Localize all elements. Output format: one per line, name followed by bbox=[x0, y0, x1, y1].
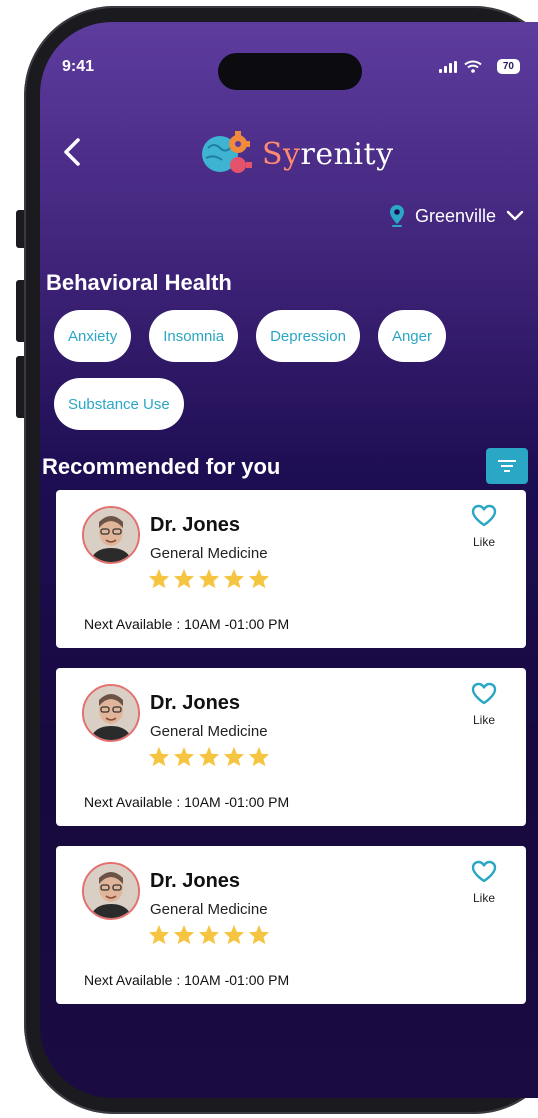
star-icon bbox=[198, 746, 220, 767]
like-label: Like bbox=[472, 535, 495, 549]
doctor-avatar bbox=[82, 506, 140, 564]
app-screen: 9:41 70 Syrenity Greenville Behavioral H… bbox=[40, 22, 538, 1098]
star-icon bbox=[173, 568, 195, 589]
doctor-card[interactable]: Dr. Jones General Medicine Next Availabl… bbox=[56, 668, 526, 826]
star-icon bbox=[223, 568, 245, 589]
like-button[interactable]: Like bbox=[466, 682, 502, 727]
star-icon bbox=[248, 568, 270, 589]
category-chips: Anxiety Insomnia Depression Anger Substa… bbox=[54, 310, 524, 430]
like-label: Like bbox=[472, 713, 495, 727]
heart-icon bbox=[471, 504, 497, 527]
app-logo: Syrenity bbox=[200, 128, 394, 180]
star-icon bbox=[248, 746, 270, 767]
phone-side-button bbox=[16, 356, 24, 418]
doctor-name: Dr. Jones bbox=[150, 514, 241, 536]
status-icons bbox=[439, 60, 482, 73]
star-icon bbox=[148, 746, 170, 767]
doctor-specialty: General Medicine bbox=[150, 901, 268, 918]
star-icon bbox=[148, 924, 170, 945]
like-button[interactable]: Like bbox=[466, 860, 502, 905]
star-icon bbox=[173, 924, 195, 945]
status-time: 9:41 bbox=[62, 58, 95, 75]
doctor-card[interactable]: Dr. Jones General Medicine Next Availabl… bbox=[56, 490, 526, 648]
star-icon bbox=[223, 746, 245, 767]
star-icon bbox=[173, 746, 195, 767]
battery-icon: 70 bbox=[496, 59, 520, 74]
star-icon bbox=[148, 568, 170, 589]
behavioral-health-title: Behavioral Health bbox=[46, 270, 232, 295]
heart-icon bbox=[471, 860, 497, 883]
star-icon bbox=[248, 924, 270, 945]
like-button[interactable]: Like bbox=[466, 504, 502, 549]
location-city: Greenville bbox=[414, 205, 496, 226]
like-label: Like bbox=[472, 891, 495, 905]
wifi-icon bbox=[464, 60, 482, 73]
doctor-card[interactable]: Dr. Jones General Medicine Next Availabl… bbox=[56, 846, 526, 1004]
doctor-name: Dr. Jones bbox=[150, 692, 241, 714]
star-rating bbox=[148, 746, 270, 767]
signal-icon bbox=[439, 60, 457, 73]
star-icon bbox=[198, 568, 220, 589]
phone-side-button bbox=[16, 280, 24, 342]
star-icon bbox=[198, 924, 220, 945]
dynamic-island bbox=[218, 53, 362, 90]
app-name: Syrenity bbox=[262, 136, 394, 172]
chip-anger[interactable]: Anger bbox=[377, 310, 446, 362]
recommended-title: Recommended for you bbox=[42, 454, 281, 479]
chevron-down-icon bbox=[506, 210, 524, 221]
doctor-specialty: General Medicine bbox=[150, 545, 268, 562]
next-available: Next Available : 10AM -01:00 PM bbox=[84, 972, 290, 988]
doctor-name: Dr. Jones bbox=[150, 870, 241, 892]
location-pin-icon bbox=[389, 205, 404, 227]
star-rating bbox=[148, 924, 270, 945]
phone-side-button bbox=[16, 210, 24, 248]
chip-depression[interactable]: Depression bbox=[256, 310, 360, 362]
next-available: Next Available : 10AM -01:00 PM bbox=[84, 794, 290, 810]
chip-insomnia[interactable]: Insomnia bbox=[149, 310, 239, 362]
brain-gear-logo-icon bbox=[202, 131, 252, 173]
doctor-specialty: General Medicine bbox=[150, 723, 268, 740]
filter-icon bbox=[498, 460, 516, 472]
heart-icon bbox=[471, 682, 497, 705]
star-icon bbox=[223, 924, 245, 945]
doctor-avatar bbox=[82, 862, 140, 920]
location-selector[interactable]: Greenville bbox=[389, 204, 524, 228]
doctor-avatar bbox=[82, 684, 140, 742]
chip-anxiety[interactable]: Anxiety bbox=[54, 310, 132, 362]
back-arrow-icon[interactable] bbox=[58, 132, 88, 172]
star-rating bbox=[148, 568, 270, 589]
chip-substance-use[interactable]: Substance Use bbox=[54, 378, 184, 430]
next-available: Next Available : 10AM -01:00 PM bbox=[84, 616, 290, 632]
filter-button[interactable] bbox=[486, 448, 528, 484]
